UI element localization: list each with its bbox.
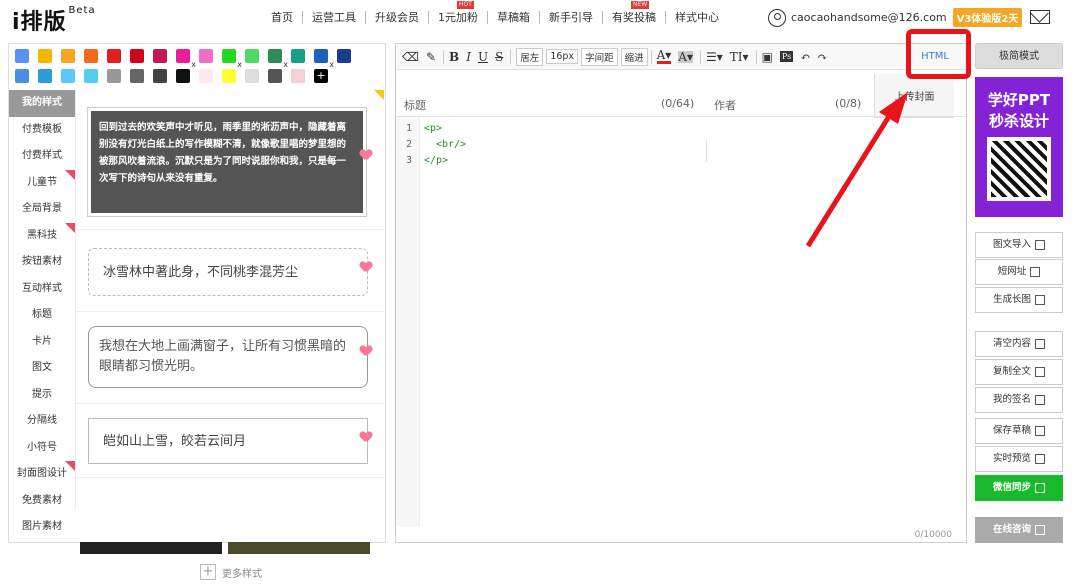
plus-icon: + bbox=[200, 564, 216, 580]
annotation-arrow bbox=[805, 92, 908, 248]
footer bbox=[200, 558, 900, 565]
